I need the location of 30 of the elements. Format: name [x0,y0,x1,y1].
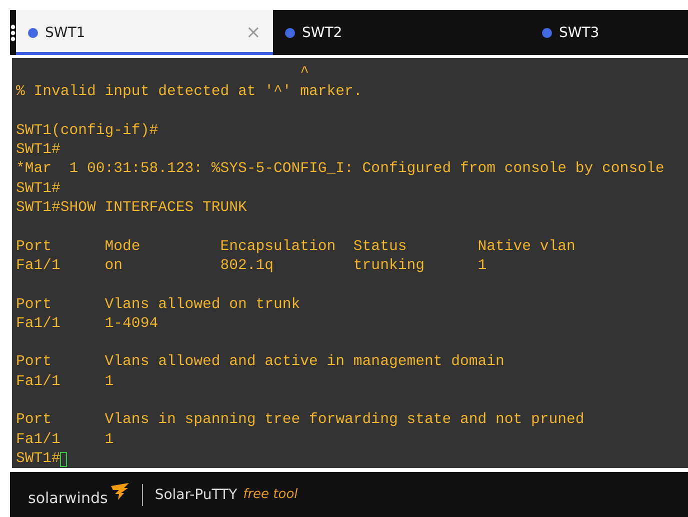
terminal-line: SWT1#SHOW INTERFACES TRUNK [16,199,247,218]
terminal-line: SWT1(config-if)# [16,122,158,141]
terminal-line: *Mar 1 00:31:58.123: %SYS-5-CONFIG_I: Configured from console by console [16,160,664,180]
edition-label: free tool [243,487,298,502]
terminal-line: Port Vlans in spanning tree forwarding state and not pruned [16,411,584,430]
terminal-line: Port Vlans allowed and active in management domain [16,353,504,372]
terminal-line: SWT1# [16,141,60,160]
terminal-line: Fa1/1 1-4094 [16,314,158,334]
session-tab[interactable]: SWT3 [530,10,688,55]
product-name: Solar-PuTTY [154,486,238,502]
flame-logo-icon [110,483,130,500]
terminal-line: Port Vlans allowed on trunk [16,296,300,315]
terminal-line: Fa1/1 on 802.1q trunking 1 [16,256,487,276]
text-cursor [60,452,68,468]
terminal-prompt: SWT1# [16,450,60,469]
tab-label: SWT1 [45,24,86,40]
session-tab[interactable]: SWT2 [273,10,530,55]
tab-label: SWT2 [302,24,344,40]
status-dot-icon [542,28,552,38]
terminal-line: ^ [299,64,310,83]
terminal-line: Port Mode Encapsulation Status Native vlan [16,238,576,257]
status-dot-icon [285,28,295,38]
tab-label: SWT3 [559,24,600,40]
brand-logo-text: solarwinds [28,488,108,506]
status-dot-icon [28,28,38,38]
session-tab[interactable]: SWT1 × [16,10,273,55]
terminal-line: SWT1# [16,180,60,199]
terminal-line: Fa1/1 1 [16,430,114,450]
terminal-line: Fa1/1 1 [16,372,114,392]
terminal-line: % Invalid input detected at '^' marker. [16,83,362,102]
